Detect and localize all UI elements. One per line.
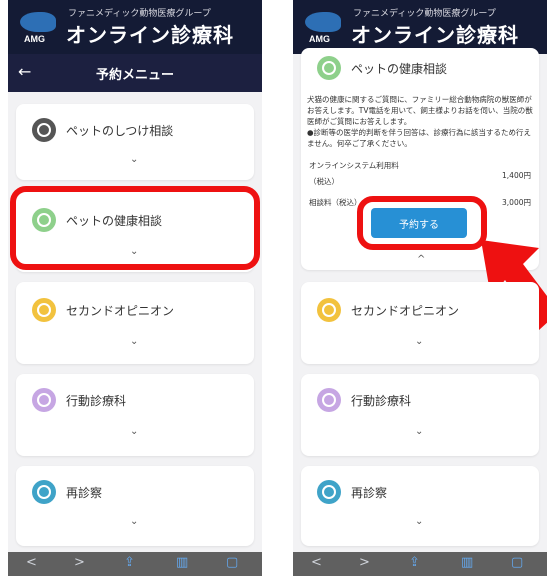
right-screenshot: AMG ファニメディック動物医療グループ オンライン診療科 ペットの健康相談 犬… — [293, 0, 547, 576]
menu-item-revisit[interactable]: 再診察 ⌄ — [16, 466, 254, 546]
forward-nav-icon[interactable]: > — [74, 555, 85, 570]
chevron-down-icon[interactable]: ⌄ — [130, 154, 138, 165]
menu-item-behavior[interactable]: 行動診療科 ⌄ — [16, 374, 254, 456]
description-text: 犬猫の健康に関するご質問に、ファミリー総合動物病院の獣医師がお答えします。TV電… — [307, 95, 533, 148]
menu-item-label: 行動診療科 — [351, 394, 412, 408]
fee1-sub: （税込） — [309, 177, 339, 186]
highlight-box — [10, 186, 260, 270]
chevron-down-icon[interactable]: ⌄ — [415, 336, 423, 347]
back-nav-icon[interactable]: < — [311, 555, 322, 570]
fee2-label: 相談料（税込） — [309, 198, 362, 207]
group-name: ファニメディック動物医療グループ — [353, 9, 496, 19]
dog-icon — [32, 118, 56, 142]
tabs-icon[interactable]: ▢ — [511, 555, 523, 570]
browser-toolbar: < > ⇪ ▥ ▢ — [293, 552, 547, 576]
expanded-title: ペットの健康相談 — [351, 62, 448, 76]
fee1-value: 1,400円 — [502, 171, 531, 180]
back-nav-icon[interactable]: < — [26, 555, 37, 570]
logo-text: AMG — [309, 34, 330, 44]
app-title: オンライン診療科 — [66, 23, 234, 47]
book-icon[interactable]: ▥ — [461, 555, 473, 570]
highlight-box — [357, 196, 487, 250]
browser-toolbar: < > ⇪ ▥ ▢ — [8, 552, 262, 576]
revisit-icon — [317, 480, 341, 504]
group-name: ファニメディック動物医療グループ — [68, 9, 211, 19]
menu-item-label: ペットのしつけ相談 — [66, 124, 174, 138]
dog-logo-icon — [305, 12, 341, 32]
share-icon[interactable]: ⇪ — [124, 555, 135, 570]
share-icon[interactable]: ⇪ — [409, 555, 420, 570]
menu-item-behavior[interactable]: 行動診療科 ⌄ — [301, 374, 539, 456]
menu-item-label: 行動診療科 — [66, 394, 127, 408]
chevron-down-icon[interactable]: ⌄ — [415, 426, 423, 437]
book-icon[interactable]: ▥ — [176, 555, 188, 570]
behavior-icon — [317, 388, 341, 412]
menu-item-second-opinion[interactable]: セカンドオピニオン ⌄ — [16, 282, 254, 364]
tabs-icon[interactable]: ▢ — [226, 555, 238, 570]
menu-item-label: セカンドオピニオン — [351, 304, 460, 318]
menu-item-training[interactable]: ペットのしつけ相談 ⌄ — [16, 104, 254, 180]
amg-logo: AMG — [16, 8, 60, 46]
page-title: 予約メニュー — [95, 68, 174, 83]
menu-item-second-opinion[interactable]: セカンドオピニオン ⌄ — [301, 282, 539, 364]
fee1-label: オンラインシステム利用料 — [309, 161, 399, 170]
menu-item-revisit[interactable]: 再診察 ⌄ — [301, 466, 539, 546]
second-opinion-icon — [32, 298, 56, 322]
brand-header: AMG ファニメディック動物医療グループ オンライン診療科 — [8, 0, 262, 54]
fee2-value: 3,000円 — [502, 198, 531, 207]
chevron-down-icon[interactable]: ⌄ — [415, 516, 423, 527]
forward-nav-icon[interactable]: > — [359, 555, 370, 570]
chevron-down-icon[interactable]: ⌄ — [130, 426, 138, 437]
left-screenshot: AMG ファニメディック動物医療グループ オンライン診療科 ← 予約メニュー ペ… — [8, 0, 262, 576]
revisit-icon — [32, 480, 56, 504]
logo-text: AMG — [24, 34, 45, 44]
menu-item-label: セカンドオピニオン — [66, 304, 175, 318]
menu-item-label: 再診察 — [351, 486, 388, 500]
chevron-down-icon[interactable]: ⌄ — [130, 336, 138, 347]
nav-bar: ← 予約メニュー — [8, 54, 262, 92]
chevron-up-icon[interactable]: ^ — [417, 254, 425, 265]
chevron-down-icon[interactable]: ⌄ — [130, 516, 138, 527]
app-title: オンライン診療科 — [351, 23, 519, 47]
dog-logo-icon — [20, 12, 56, 32]
menu-item-label: 再診察 — [66, 486, 103, 500]
health-icon — [317, 56, 341, 80]
behavior-icon — [32, 388, 56, 412]
amg-logo: AMG — [301, 8, 345, 46]
brand-header: AMG ファニメディック動物医療グループ オンライン診療科 — [293, 0, 547, 54]
second-opinion-icon — [317, 298, 341, 322]
